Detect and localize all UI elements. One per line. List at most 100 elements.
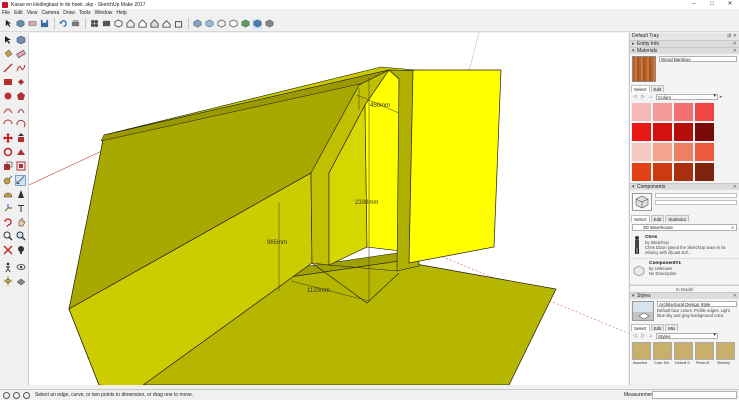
- three-point-arc-icon[interactable]: [15, 119, 26, 130]
- rectangle-tool-icon[interactable]: [2, 77, 13, 88]
- rotate-tool-icon[interactable]: [2, 147, 13, 158]
- protractor-icon[interactable]: [2, 189, 13, 200]
- menu-view[interactable]: View: [27, 10, 38, 16]
- style-thumb-color-set[interactable]: Color Set: [653, 342, 672, 365]
- text-tool-icon[interactable]: [15, 189, 26, 200]
- pan-tool-icon[interactable]: [15, 217, 26, 228]
- right-view-icon[interactable]: [149, 19, 159, 29]
- component-desc-field[interactable]: [655, 200, 737, 205]
- material-swatch[interactable]: [674, 143, 693, 161]
- menu-draw[interactable]: Draw: [63, 10, 75, 16]
- sandbox-icon[interactable]: [15, 276, 26, 287]
- back-view-icon[interactable]: [161, 19, 171, 29]
- styles-header[interactable]: ▾ Styles ✕: [630, 292, 739, 299]
- menu-help[interactable]: Help: [116, 10, 126, 16]
- material-swatch[interactable]: [632, 103, 651, 121]
- material-swatch[interactable]: [674, 103, 693, 121]
- wireframe-icon[interactable]: [216, 19, 226, 29]
- make-component-icon[interactable]: [15, 35, 26, 46]
- menu-tools[interactable]: Tools: [79, 10, 91, 16]
- close-panel-icon[interactable]: ✕: [733, 41, 737, 47]
- section-plane-icon[interactable]: [2, 276, 13, 287]
- left-view-icon[interactable]: [173, 19, 183, 29]
- help-icon[interactable]: [23, 391, 30, 399]
- materials-tab-select[interactable]: Select: [631, 85, 650, 92]
- material-swatch[interactable]: [695, 123, 714, 141]
- close-button[interactable]: ✕: [721, 0, 739, 9]
- style-thumb-sketchy[interactable]: Sketchy: [716, 342, 735, 365]
- measurements-input[interactable]: [652, 391, 737, 399]
- material-swatch[interactable]: [632, 163, 651, 181]
- style-thumb-photo[interactable]: Photo M: [695, 342, 714, 365]
- tape-measure-icon[interactable]: [2, 175, 13, 186]
- extension-icon[interactable]: [101, 19, 111, 29]
- freehand-tool-icon[interactable]: [15, 63, 26, 74]
- material-name-field[interactable]: Wood Bamboo: [659, 56, 737, 62]
- rotated-rectangle-icon[interactable]: [15, 77, 26, 88]
- menu-camera[interactable]: Camera: [41, 10, 59, 16]
- zoom-window-icon[interactable]: [15, 231, 26, 242]
- look-around-icon[interactable]: [15, 262, 26, 273]
- styles-tab-mix[interactable]: Mix: [665, 324, 679, 331]
- material-library-select[interactable]: Colors: [656, 93, 718, 100]
- wardrobe-back-bright[interactable]: [364, 69, 402, 252]
- undo-icon[interactable]: [58, 19, 68, 29]
- front-view-icon[interactable]: [137, 19, 147, 29]
- two-point-arc-icon[interactable]: [2, 119, 13, 130]
- components-tab-statistics[interactable]: Statistics: [665, 215, 690, 222]
- shaded-icon[interactable]: [240, 19, 250, 29]
- select-icon[interactable]: [3, 19, 13, 29]
- material-swatch[interactable]: [653, 143, 672, 161]
- credits-icon[interactable]: [13, 391, 20, 399]
- maximize-button[interactable]: □: [703, 0, 721, 9]
- material-swatch[interactable]: [632, 123, 651, 141]
- minimize-button[interactable]: –: [685, 0, 703, 9]
- material-swatch[interactable]: [695, 103, 714, 121]
- orbit-tool-icon[interactable]: [2, 217, 13, 228]
- styles-tab-select[interactable]: Select: [631, 324, 650, 331]
- scale-tool-icon[interactable]: [2, 161, 13, 172]
- entity-info-header[interactable]: ▸ Entity Info ✕: [630, 40, 739, 47]
- push-pull-icon[interactable]: [15, 133, 26, 144]
- eraser-tool-icon[interactable]: [15, 49, 26, 60]
- menu-edit[interactable]: Edit: [14, 10, 23, 16]
- close-panel-icon[interactable]: ✕: [733, 184, 737, 190]
- in-model-label[interactable]: In Model: [630, 285, 739, 292]
- offset-tool-icon[interactable]: [15, 161, 26, 172]
- material-swatch[interactable]: [674, 163, 693, 181]
- search-icon[interactable]: ⌕: [731, 225, 734, 231]
- zoom-extents-icon[interactable]: [2, 245, 13, 256]
- top-view-icon[interactable]: [125, 19, 135, 29]
- components-tab-select[interactable]: Select: [631, 215, 650, 222]
- walk-tool-icon[interactable]: [2, 262, 13, 273]
- hidden-line-icon[interactable]: [228, 19, 238, 29]
- pie-tool-icon[interactable]: [15, 105, 26, 116]
- component-search-input[interactable]: 3D Warehouse ⌕: [632, 224, 737, 231]
- dimension-tool-icon[interactable]: [15, 174, 26, 186]
- style-thumb-assorted[interactable]: Assorted: [632, 342, 651, 365]
- forward-arrow-icon[interactable]: ▷: [640, 333, 646, 339]
- zoom-tool-icon[interactable]: [2, 231, 13, 242]
- component-result-item[interactable]: Chris by SketchUp Chris Dizon joined the…: [630, 233, 739, 259]
- position-camera-icon[interactable]: [15, 245, 26, 256]
- material-swatch[interactable]: [653, 103, 672, 121]
- details-arrow-icon[interactable]: ▸: [718, 94, 724, 100]
- materials-header[interactable]: ▾ Materials ✕: [630, 47, 739, 54]
- line-tool-icon[interactable]: [2, 63, 13, 74]
- style-thumb-default[interactable]: Default S: [674, 342, 693, 365]
- geo-location-icon[interactable]: [3, 391, 10, 399]
- polygon-tool-icon[interactable]: [15, 91, 26, 102]
- component-result-item[interactable]: Component#1 by Unknown No Description: [630, 259, 739, 285]
- material-swatch[interactable]: [695, 163, 714, 181]
- follow-me-icon[interactable]: [15, 147, 26, 158]
- component-icon[interactable]: [15, 19, 25, 29]
- component-name-field[interactable]: [655, 193, 737, 198]
- arc-tool-icon[interactable]: [2, 105, 13, 116]
- menu-file[interactable]: File: [2, 10, 10, 16]
- xray-icon[interactable]: [192, 19, 202, 29]
- styles-library-select[interactable]: Styles: [656, 332, 718, 339]
- back-arrow-icon[interactable]: ◁: [632, 333, 638, 339]
- components-tab-edit[interactable]: Edit: [650, 215, 665, 222]
- menu-window[interactable]: Window: [95, 10, 113, 16]
- tray-pin-close-icons[interactable]: ⊞ ✕: [727, 33, 737, 40]
